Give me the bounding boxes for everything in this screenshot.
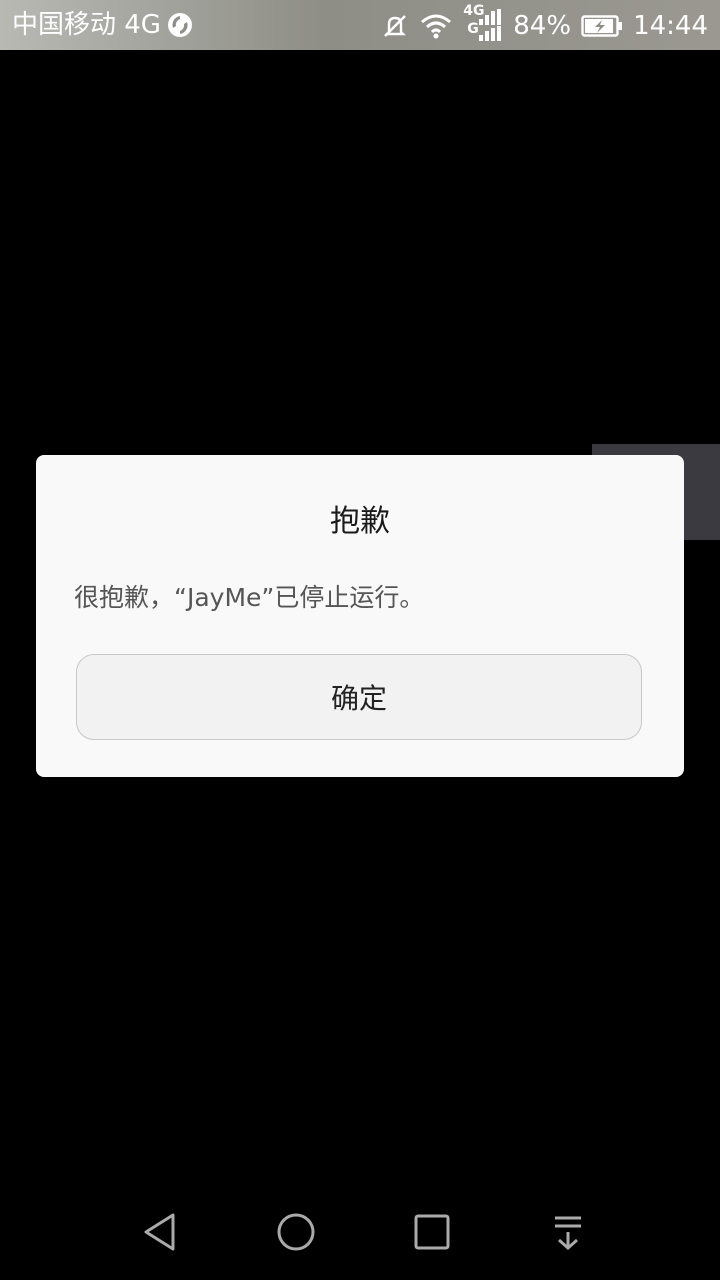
ok-button-label: 确定 — [330, 682, 387, 715]
battery-charging-icon — [581, 14, 623, 38]
status-left: 中国移动 4G — [12, 9, 193, 41]
mute-icon — [381, 12, 409, 40]
clock: 14:44 — [633, 11, 708, 41]
navigation-bar — [0, 1180, 720, 1280]
home-icon[interactable] — [274, 1210, 318, 1254]
status-bar: 中国移动 4G 4G G 84% 14:44 — [0, 0, 720, 50]
dialog-message: 很抱歉，“JayMe”已停止运行。 — [74, 583, 425, 612]
status-right: 4G G 84% 14:44 — [381, 3, 708, 43]
recents-icon[interactable] — [410, 1210, 454, 1254]
dialog-title: 抱歉 — [330, 504, 390, 539]
carrier-label: 中国移动 4G — [12, 10, 161, 40]
screen: 中国移动 4G 4G G 84% 14:44 抱歉 很抱歉，“JayMe”已停止… — [0, 0, 720, 1280]
wifi-icon — [419, 12, 453, 40]
back-icon[interactable] — [138, 1210, 182, 1254]
sync-icon — [167, 12, 193, 38]
signal-icon: 4G G — [463, 3, 503, 43]
ok-button[interactable]: 确定 — [76, 654, 642, 740]
notification-pull-icon[interactable] — [546, 1210, 590, 1254]
battery-percent: 84% — [513, 11, 572, 41]
